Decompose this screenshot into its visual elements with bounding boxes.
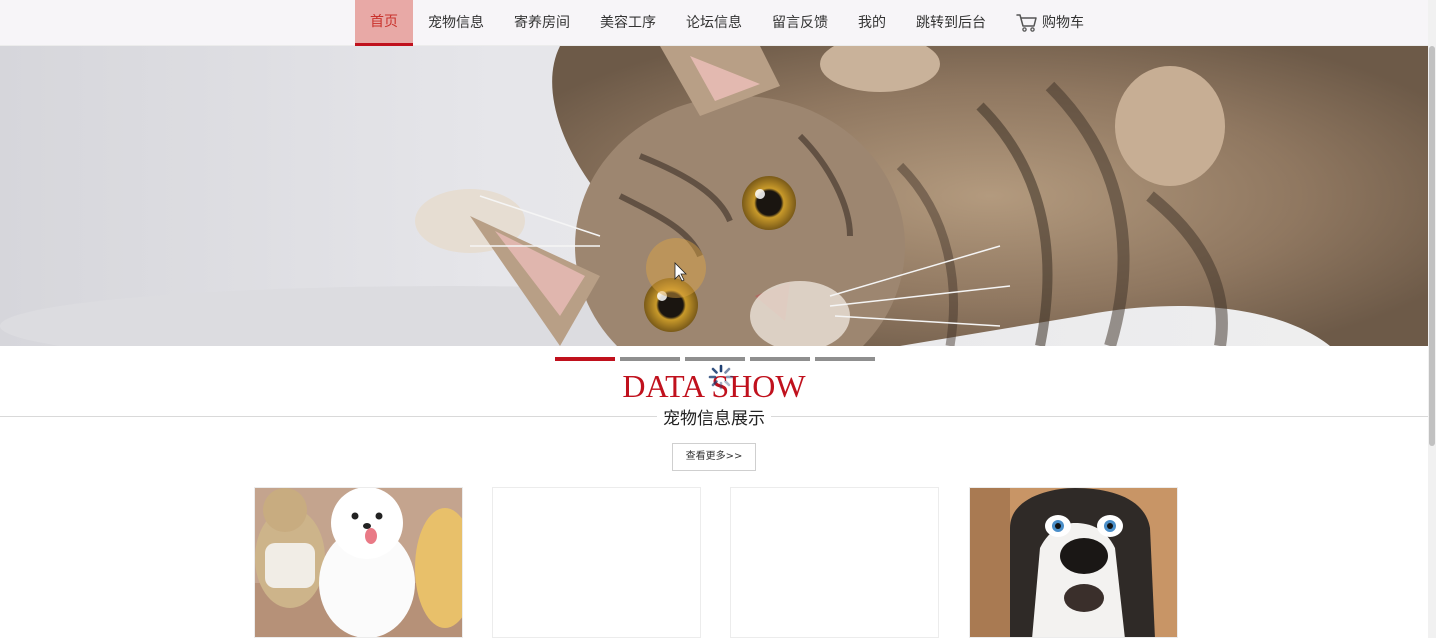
carousel-indicators: [555, 357, 875, 361]
nav-item-feedback[interactable]: 留言反馈: [757, 0, 843, 46]
nav-item-label: 美容工序: [600, 15, 656, 31]
carousel-indicator-3[interactable]: [685, 357, 745, 361]
product-card[interactable]: [730, 487, 939, 638]
nav-item-boarding-rooms[interactable]: 寄养房间: [499, 0, 585, 46]
carousel-indicator-5[interactable]: [815, 357, 875, 361]
husky-image: [970, 488, 1177, 637]
section-title-text: 宠物信息展示: [657, 409, 771, 429]
nav-item-grooming[interactable]: 美容工序: [585, 0, 671, 46]
section-title-chinese: 宠物信息展示: [0, 404, 1428, 429]
carousel-indicator-1[interactable]: [555, 357, 615, 361]
page-scrollbar[interactable]: [1428, 0, 1436, 638]
shopping-cart-icon: [1016, 14, 1037, 32]
scrollbar-thumb[interactable]: [1429, 46, 1435, 446]
product-card[interactable]: [492, 487, 701, 638]
nav-item-mine[interactable]: 我的: [843, 0, 901, 46]
banner-carousel[interactable]: [0, 46, 1428, 346]
product-card[interactable]: [254, 487, 463, 638]
nav-item-label: 论坛信息: [686, 15, 742, 31]
view-more-button[interactable]: 查看更多>>: [672, 443, 756, 471]
nav-item-label: 跳转到后台: [916, 15, 986, 31]
loading-spinner-icon: [708, 364, 734, 390]
nav-item-label: 我的: [858, 15, 886, 31]
nav-item-home[interactable]: 首页: [355, 0, 413, 46]
nav-item-label: 留言反馈: [772, 15, 828, 31]
nav-item-admin[interactable]: 跳转到后台: [901, 0, 1001, 46]
nav-item-forum[interactable]: 论坛信息: [671, 0, 757, 46]
nav-item-label: 宠物信息: [428, 15, 484, 31]
product-card[interactable]: [969, 487, 1178, 638]
top-navigation: 首页 宠物信息 寄养房间 美容工序 论坛信息 留言反馈 我的 跳转到后台 购物车: [0, 0, 1428, 46]
nav-item-pet-info[interactable]: 宠物信息: [413, 0, 499, 46]
nav-item-label: 首页: [370, 13, 398, 30]
nav-item-cart[interactable]: 购物车: [1001, 0, 1099, 46]
product-card-list: [254, 487, 1178, 638]
banner-cat-image: [0, 46, 1428, 346]
carousel-indicator-4[interactable]: [750, 357, 810, 361]
carousel-indicator-2[interactable]: [620, 357, 680, 361]
pomeranian-image: [255, 488, 462, 637]
nav-item-label: 寄养房间: [514, 15, 570, 31]
cart-label: 购物车: [1042, 15, 1084, 31]
nav-list: 首页 宠物信息 寄养房间 美容工序 论坛信息 留言反馈 我的 跳转到后台 购物车: [355, 0, 1099, 46]
